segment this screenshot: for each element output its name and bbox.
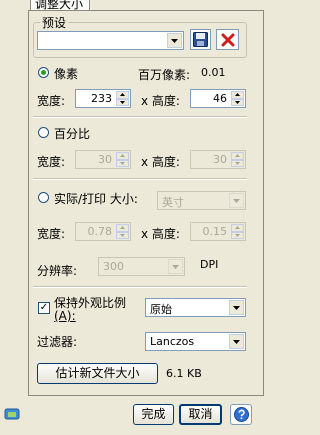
ratio-select[interactable]: 原始 — [145, 298, 246, 317]
ratio-select-value: 原始 — [150, 303, 172, 316]
caret-up-icon — [235, 154, 240, 158]
filter-dropdown-button[interactable] — [229, 334, 244, 349]
percent-label: 百分比 — [54, 127, 91, 141]
caret-up-icon — [235, 93, 240, 97]
pixels-radio[interactable] — [38, 67, 49, 78]
print-size-radio[interactable] — [38, 192, 49, 203]
caret-down-icon — [235, 100, 240, 104]
print-height-spinner[interactable]: 0.15 — [190, 222, 246, 241]
preset-select[interactable] — [37, 31, 184, 50]
chevron-down-icon — [233, 339, 240, 344]
increment-button[interactable] — [231, 224, 244, 232]
delete-preset-button[interactable] — [216, 29, 239, 50]
ratio-dropdown-button[interactable] — [229, 300, 244, 315]
decrement-button[interactable] — [116, 98, 129, 106]
percent-height-value: 30 — [213, 153, 227, 166]
percent-radio[interactable] — [38, 127, 49, 138]
divider — [33, 286, 247, 288]
print-width-label: 宽度: — [37, 227, 66, 241]
resolution-value: 300 — [103, 260, 124, 273]
chevron-down-icon — [171, 38, 178, 43]
print-width-value: 0.78 — [87, 225, 113, 238]
caret-down-icon — [235, 161, 240, 165]
pixels-height-label: x 高度: — [141, 94, 180, 108]
resolution-label: 分辨率: — [37, 264, 78, 278]
unit-dropdown-button[interactable] — [229, 193, 244, 208]
increment-button[interactable] — [116, 152, 129, 160]
estimated-size: 6.1 KB — [166, 367, 202, 380]
filter-label: 过滤器: — [37, 335, 78, 349]
divider — [33, 116, 247, 118]
resolution-dropdown-button[interactable] — [168, 259, 183, 274]
pixels-height-value: 46 — [213, 92, 227, 105]
caret-up-icon — [120, 93, 125, 97]
help-button[interactable] — [230, 404, 252, 425]
decrement-button[interactable] — [231, 159, 244, 167]
keep-ratio-checkbox[interactable]: ✓ — [38, 302, 50, 314]
increment-button[interactable] — [231, 152, 244, 160]
preset-legend: 预设 — [40, 14, 69, 31]
caret-down-icon — [235, 233, 240, 237]
ok-button[interactable]: 完成 — [133, 404, 174, 425]
increment-button[interactable] — [231, 91, 244, 99]
megapixel-value: 0.01 — [201, 66, 226, 79]
filter-select[interactable]: Lanczos — [145, 332, 246, 351]
caret-up-icon — [120, 226, 125, 230]
keep-ratio-hotkey: (A): — [54, 309, 76, 323]
percent-height-spinner[interactable]: 30 — [190, 150, 246, 169]
caret-down-icon — [120, 161, 125, 165]
chevron-down-icon — [233, 198, 240, 203]
percent-width-value: 30 — [98, 153, 112, 166]
percent-width-label: 宽度: — [37, 155, 66, 169]
caret-up-icon — [235, 226, 240, 230]
pixels-width-value: 233 — [91, 92, 112, 105]
pixels-height-spinner[interactable]: 46 — [190, 89, 246, 108]
panel-icon — [4, 408, 20, 420]
increment-button[interactable] — [116, 224, 129, 232]
print-size-label: 实际/打印 大小: — [54, 192, 138, 206]
decrement-button[interactable] — [116, 231, 129, 239]
caret-up-icon — [120, 154, 125, 158]
resize-dialog: { "tab": {"label": "调整大小"}, "preset": {"… — [0, 0, 270, 435]
print-height-value: 0.15 — [202, 225, 228, 238]
pixels-width-spinner[interactable]: 233 — [75, 89, 131, 108]
percent-height-label: x 高度: — [141, 155, 180, 169]
close-icon — [221, 33, 234, 46]
help-icon — [233, 407, 249, 422]
caret-down-icon — [120, 100, 125, 104]
decrement-button[interactable] — [231, 231, 244, 239]
save-preset-button[interactable] — [190, 29, 211, 50]
preset-dropdown-button[interactable] — [167, 33, 182, 48]
percent-width-spinner[interactable]: 30 — [75, 150, 131, 169]
dpi-label: DPI — [200, 258, 219, 271]
pixels-width-label: 宽度: — [37, 94, 66, 108]
divider — [33, 178, 247, 180]
print-width-spinner[interactable]: 0.78 — [75, 222, 131, 241]
side-panel-toggle-button[interactable] — [3, 405, 21, 423]
chevron-down-icon — [172, 264, 179, 269]
decrement-button[interactable] — [116, 159, 129, 167]
caret-down-icon — [120, 233, 125, 237]
decrement-button[interactable] — [231, 98, 244, 106]
resolution-select[interactable]: 300 — [98, 257, 185, 276]
megapixel-label: 百万像素: — [138, 68, 191, 82]
chevron-down-icon — [233, 305, 240, 310]
increment-button[interactable] — [116, 91, 129, 99]
unit-select-value: 英寸 — [162, 196, 184, 209]
print-height-label: x 高度: — [141, 227, 180, 241]
estimate-size-button[interactable]: 估计新文件大小 — [37, 363, 158, 384]
unit-select[interactable]: 英寸 — [157, 191, 246, 210]
cancel-button[interactable]: 取消 — [179, 404, 222, 425]
pixels-label: 像素 — [54, 67, 79, 81]
save-icon — [193, 32, 208, 47]
filter-select-value: Lanczos — [150, 335, 195, 348]
